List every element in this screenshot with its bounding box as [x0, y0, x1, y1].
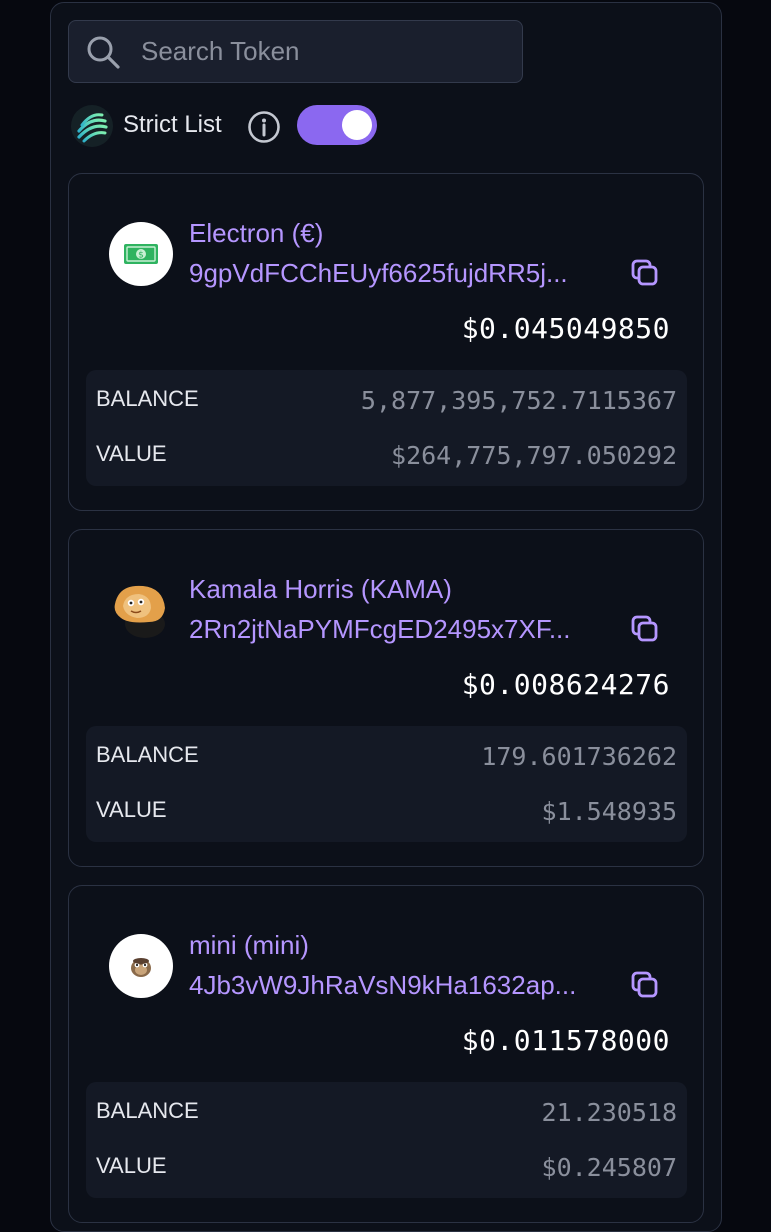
balance-value: 179.601736262: [481, 742, 677, 771]
token-card[interactable]: mini (mini) 4Jb3vW9JhRaVsN9kHa1632ap... …: [68, 885, 704, 1223]
balance-label: BALANCE: [96, 386, 199, 411]
token-price: $0.045049850: [461, 312, 670, 345]
token-card[interactable]: $ Electron (€) 9gpVdFCChEUyf6625fujdRR5j…: [68, 173, 704, 511]
toggle-knob: [342, 110, 372, 140]
balance-value: 21.230518: [541, 1098, 677, 1127]
value-amount: $0.245807: [541, 1153, 677, 1182]
token-address[interactable]: 9gpVdFCChEUyf6625fujdRR5j...: [189, 258, 568, 289]
token-stats: BALANCE 179.601736262 VALUE $1.548935: [86, 726, 687, 842]
search-icon: [87, 36, 120, 69]
balance-label: BALANCE: [96, 1098, 199, 1123]
token-name[interactable]: Kamala Horris (KAMA): [189, 574, 452, 605]
token-stats: BALANCE 21.230518 VALUE $0.245807: [86, 1082, 687, 1198]
copy-icon[interactable]: [630, 258, 660, 288]
cartoon-avatar-icon: [109, 578, 173, 642]
token-name[interactable]: Electron (€): [189, 218, 323, 249]
strict-list-toggle[interactable]: [297, 105, 377, 145]
value-label: VALUE: [96, 797, 167, 822]
value-label: VALUE: [96, 441, 167, 466]
token-address[interactable]: 2Rn2jtNaPYMFcgED2495x7XF...: [189, 614, 571, 645]
search-box[interactable]: [68, 20, 523, 83]
token-address[interactable]: 4Jb3vW9JhRaVsN9kHa1632ap...: [189, 970, 576, 1001]
value-amount: $1.548935: [541, 797, 677, 826]
copy-icon[interactable]: [630, 970, 660, 1000]
token-price: $0.008624276: [461, 668, 670, 701]
value-label: VALUE: [96, 1153, 167, 1178]
strict-list-logo: [71, 105, 113, 147]
mini-creature-icon: [109, 934, 173, 998]
svg-text:$: $: [138, 251, 144, 261]
strict-list-row: Strict List: [71, 103, 391, 149]
value-amount: $264,775,797.050292: [391, 441, 677, 470]
token-card[interactable]: Kamala Horris (KAMA) 2Rn2jtNaPYMFcgED249…: [68, 529, 704, 867]
balance-value: 5,877,395,752.7115367: [360, 386, 677, 415]
token-name[interactable]: mini (mini): [189, 930, 309, 961]
balance-label: BALANCE: [96, 742, 199, 767]
strict-list-label: Strict List: [123, 111, 222, 138]
info-icon[interactable]: [247, 110, 281, 144]
search-input[interactable]: [141, 36, 501, 67]
money-bill-icon: $: [109, 222, 173, 286]
token-stats: BALANCE 5,877,395,752.7115367 VALUE $264…: [86, 370, 687, 486]
copy-icon[interactable]: [630, 614, 660, 644]
token-list-panel: Strict List $ Electron (€) 9gpVdFCChEUyf…: [50, 2, 722, 1232]
token-price: $0.011578000: [461, 1024, 670, 1057]
